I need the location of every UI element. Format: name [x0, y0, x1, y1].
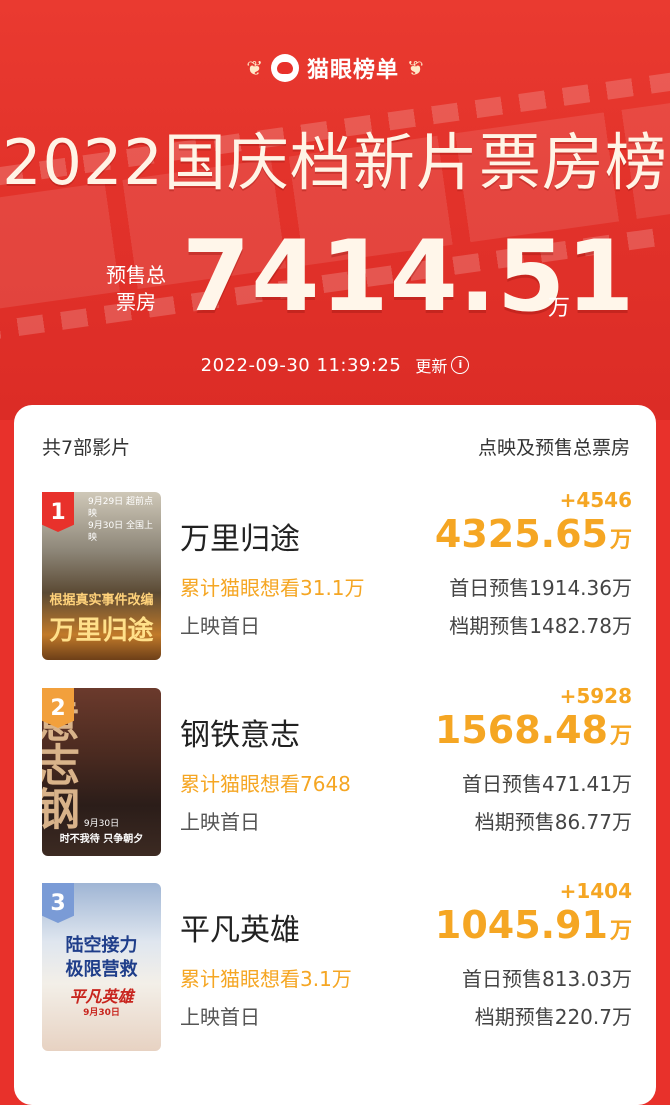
total-label-line1: 预售总: [106, 263, 166, 287]
poster2-date: 9月30日: [83, 819, 120, 829]
brand-name: 猫眼榜单: [306, 58, 399, 83]
poster3-date: 9月30日: [83, 1008, 120, 1018]
movie-title-1[interactable]: 万里归途: [180, 514, 300, 558]
box-delta-2: +5928: [559, 684, 632, 708]
movie-row-1[interactable]: 9月29日 超前点映 9月30日 全国上映 根据真实事件改编 万里归途 1 万里…: [42, 488, 632, 662]
update-info-button[interactable]: 更新 i: [415, 353, 470, 377]
period-presale-1: 档期预售1482.78万: [449, 614, 632, 638]
movie-title-2[interactable]: 钢铁意志: [180, 710, 300, 754]
movie-count: 共7部影片: [42, 437, 131, 459]
box-delta-3: +1404: [559, 879, 632, 903]
maoyan-cat-logo-icon: [270, 54, 299, 82]
first-day-presale-2: 首日预售471.41万: [462, 772, 632, 796]
box-value-1: 4325.65: [434, 512, 608, 556]
rank-badge-1: 1: [42, 492, 74, 532]
poster1-note-1: 9月29日 超前点映: [88, 497, 154, 519]
movie-row-2[interactable]: 意志钢铁 9月30日 时不我待 只争朝夕 2 钢铁意志 累计猫眼想看7648 上…: [42, 684, 632, 858]
box-delta-1: +4546: [559, 488, 632, 512]
want-count-1: 累计猫眼想看31.1万: [180, 576, 365, 600]
card-header: 共7部影片 点映及预售总票房: [42, 433, 630, 460]
movie-title-3[interactable]: 平凡英雄: [180, 905, 300, 949]
release-status-3: 上映首日: [180, 1005, 260, 1029]
column-label: 点映及预售总票房: [477, 437, 630, 459]
period-presale-2: 档期预售86.77万: [474, 810, 632, 834]
poster3-tag-2: 极限营救: [65, 959, 138, 980]
box-total-3: 1045.91 万: [435, 903, 632, 947]
update-label: 更新: [415, 357, 448, 376]
box-unit-3: 万: [609, 919, 632, 944]
poster1-tag: 根据真实事件改编: [49, 593, 154, 608]
rank-badge-2: 2: [42, 688, 74, 728]
laurel-right-icon: ❦: [407, 56, 424, 80]
first-day-presale-3: 首日预售813.03万: [462, 967, 632, 991]
poster1-note-2: 9月30日 全国上映: [88, 521, 154, 543]
total-label-line2: 票房: [116, 290, 156, 314]
want-count-2: 累计猫眼想看7648: [180, 772, 351, 796]
poster2-tag: 时不我待 只争朝夕: [59, 834, 144, 845]
total-presale-unit: 万: [548, 296, 571, 321]
want-count-3: 累计猫眼想看3.1万: [180, 967, 352, 991]
update-datetime: 2022-09-30 11:39:25: [200, 354, 402, 376]
movie-row-3[interactable]: 陆空接力 极限营救 平凡英雄 9月30日 3 平凡英雄 累计猫眼想看3.1万 上…: [42, 879, 632, 1053]
page-title: 2022国庆档新片票房榜: [2, 126, 668, 199]
box-total-2: 1568.48 万: [435, 708, 632, 752]
period-presale-3: 档期预售220.7万: [474, 1005, 632, 1029]
box-unit-1: 万: [609, 528, 632, 553]
release-status-1: 上映首日: [180, 614, 260, 638]
box-total-1: 4325.65 万: [435, 512, 632, 556]
total-presale-label: 预售总 票房: [100, 262, 172, 316]
laurel-left-icon: ❦: [246, 56, 263, 80]
poster3-tag-1: 陆空接力: [65, 935, 138, 956]
first-day-presale-1: 首日预售1914.36万: [449, 576, 632, 600]
poster1-title: 万里归途: [49, 616, 154, 646]
update-row: 2022-09-30 11:39:25 更新 i: [0, 353, 670, 377]
brand-header: ❦ 猫眼榜单 ❦: [0, 52, 670, 84]
ranking-card: 共7部影片 点映及预售总票房 9月29日 超前点映 9月30日 全国上映 根据真…: [14, 405, 656, 1105]
info-icon[interactable]: i: [451, 356, 470, 374]
rank-badge-3: 3: [42, 883, 74, 923]
poster3-title: 平凡英雄: [69, 987, 134, 1006]
box-value-2: 1568.48: [434, 708, 608, 752]
box-unit-2: 万: [609, 724, 632, 749]
release-status-2: 上映首日: [180, 810, 260, 834]
box-value-3: 1045.91: [434, 903, 608, 947]
